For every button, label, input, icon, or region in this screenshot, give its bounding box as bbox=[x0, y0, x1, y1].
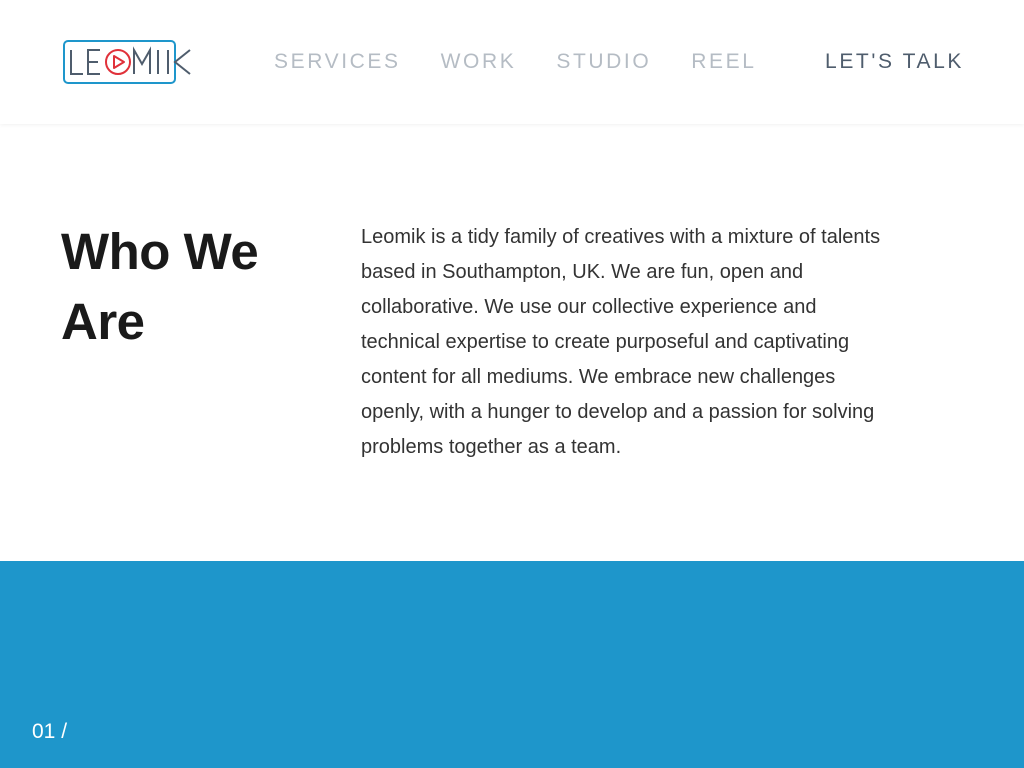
lets-talk-link[interactable]: LET'S TALK bbox=[825, 48, 964, 76]
nav-item-services[interactable]: SERVICES bbox=[274, 48, 401, 76]
site-header: SERVICES WORK STUDIO REEL LET'S TALK bbox=[0, 0, 1024, 124]
nav-item-reel[interactable]: REEL bbox=[691, 48, 756, 76]
nav-item-work[interactable]: WORK bbox=[441, 48, 517, 76]
main-nav: SERVICES WORK STUDIO REEL bbox=[274, 48, 797, 76]
who-we-are-section: Who We Are Leomik is a tidy family of cr… bbox=[0, 124, 1024, 561]
blue-section: 01 / bbox=[0, 561, 1024, 768]
page: SERVICES WORK STUDIO REEL LET'S TALK Who… bbox=[0, 0, 1024, 768]
section-title: Who We Are bbox=[61, 223, 259, 350]
logo-icon bbox=[63, 40, 191, 84]
nav-item-studio[interactable]: STUDIO bbox=[556, 48, 651, 76]
section-counter: 01 / bbox=[32, 720, 68, 743]
section-body: Leomik is a tidy family of creatives wit… bbox=[361, 226, 881, 458]
leomik-logo[interactable] bbox=[63, 40, 195, 84]
